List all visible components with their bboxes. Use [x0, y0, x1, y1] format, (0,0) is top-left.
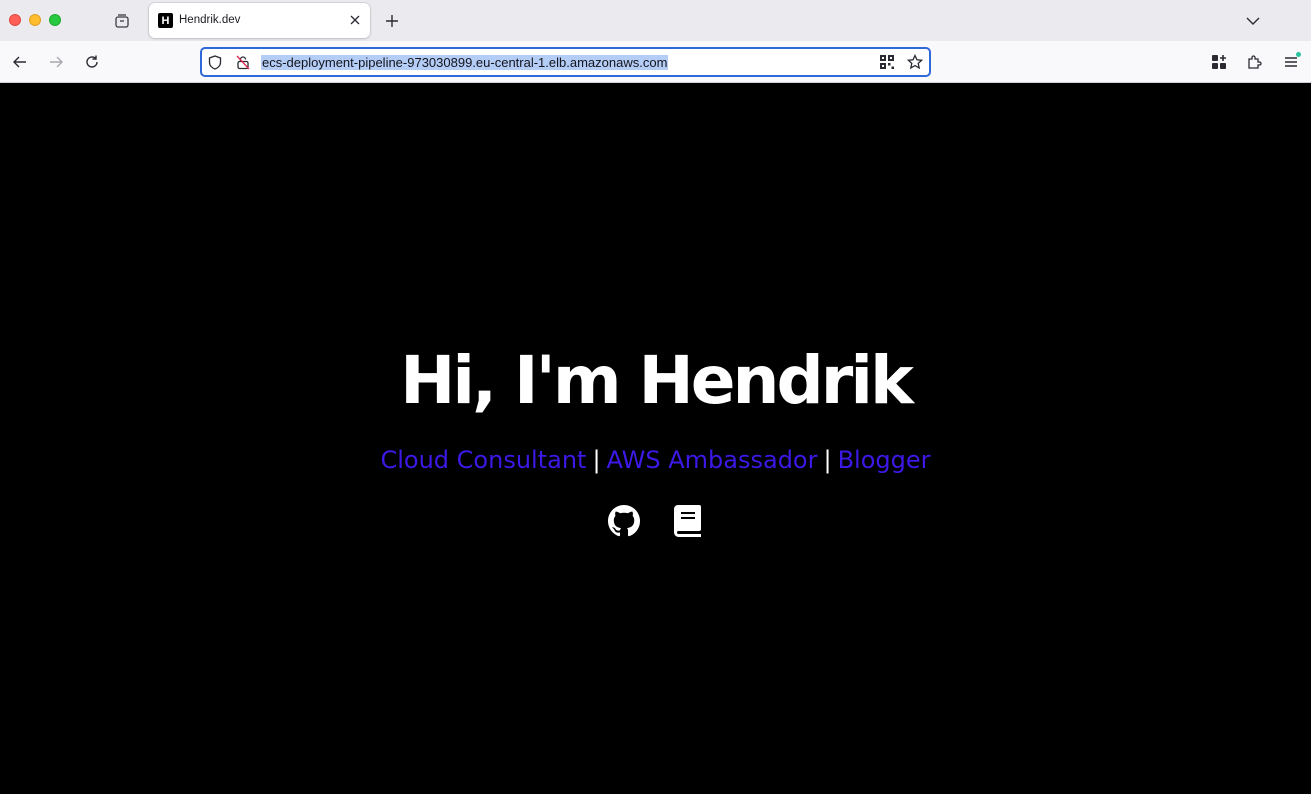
roles-tagline: Cloud Consultant | AWS Ambassador | Blogger — [0, 445, 1311, 475]
tab-title: Hendrik.dev — [179, 14, 241, 26]
reload-icon[interactable] — [82, 52, 102, 72]
close-window-button[interactable] — [9, 14, 21, 26]
minimize-window-button[interactable] — [29, 14, 41, 26]
new-tab-plus-icon[interactable] — [382, 11, 402, 31]
navigation-toolbar: ecs-deployment-pipeline-973030899.eu-cen… — [0, 41, 1311, 83]
apps-grid-icon[interactable] — [1209, 52, 1229, 72]
role-link-blogger[interactable]: Blogger — [838, 446, 931, 474]
qr-code-icon[interactable] — [879, 54, 895, 70]
separator: | — [592, 446, 601, 474]
insecure-lock-icon[interactable] — [235, 54, 251, 70]
hero-title: Hi, I'm Hendrik — [400, 342, 914, 419]
update-badge — [1296, 52, 1301, 57]
extensions-puzzle-icon[interactable] — [1245, 52, 1265, 72]
separator: | — [823, 446, 832, 474]
tab-overview-icon[interactable] — [112, 11, 132, 31]
close-icon[interactable] — [348, 13, 362, 27]
address-bar[interactable]: ecs-deployment-pipeline-973030899.eu-cen… — [200, 47, 931, 77]
forward-arrow-icon[interactable] — [46, 52, 66, 72]
book-icon[interactable] — [672, 503, 704, 539]
tab-bar: H Hendrik.dev — [0, 0, 1311, 41]
role-link-cloud-consultant[interactable]: Cloud Consultant — [380, 446, 586, 474]
github-icon[interactable] — [607, 503, 640, 539]
social-links — [0, 503, 1311, 539]
tab-favicon-icon: H — [158, 13, 173, 28]
url-text[interactable]: ecs-deployment-pipeline-973030899.eu-cen… — [261, 55, 669, 70]
back-arrow-icon[interactable] — [10, 52, 30, 72]
active-tab[interactable]: H Hendrik.dev — [149, 3, 370, 38]
page-viewport: Hi, I'm Hendrik Cloud Consultant | AWS Amb… — [0, 83, 1311, 794]
bookmark-star-icon[interactable] — [907, 54, 923, 70]
menu-hamburger-icon[interactable] — [1281, 52, 1301, 72]
tracking-protection-shield-icon[interactable] — [207, 54, 223, 70]
role-link-aws-ambassador[interactable]: AWS Ambassador — [607, 446, 818, 474]
chevron-down-icon[interactable] — [1243, 11, 1263, 31]
maximize-window-button[interactable] — [49, 14, 61, 26]
